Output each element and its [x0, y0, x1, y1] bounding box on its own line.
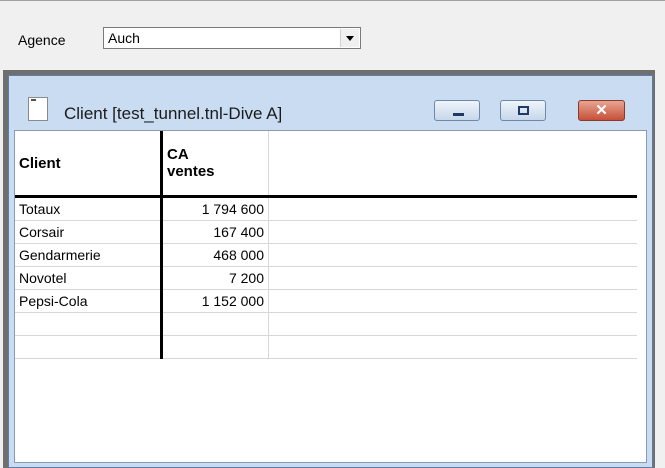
table-row[interactable]: Novotel 7 200	[15, 266, 637, 290]
cell-client[interactable]: Novotel	[15, 266, 163, 290]
divider	[0, 0, 665, 1]
chevron-down-icon[interactable]	[340, 29, 359, 47]
cell-client[interactable]	[15, 312, 163, 336]
cell-client[interactable]	[15, 335, 163, 359]
agence-select-value: Auch	[108, 30, 140, 46]
table-row[interactable]: Totaux 1 794 600	[15, 196, 637, 221]
column-header-ca-line1: CA	[167, 146, 189, 163]
agence-label: Agence	[18, 32, 66, 48]
table-row[interactable]: Corsair 167 400	[15, 220, 637, 244]
minimize-icon	[453, 113, 464, 116]
cell-empty	[268, 220, 637, 244]
cell-empty	[268, 266, 637, 290]
cell-empty	[268, 196, 637, 221]
client-window: Client [test_tunnel.tnl-Dive A] ✕ Client…	[8, 75, 653, 468]
table-row[interactable]: Pepsi-Cola 1 152 000	[15, 289, 637, 313]
cell-ca-ventes[interactable]	[161, 335, 269, 359]
cell-empty	[268, 312, 637, 336]
client-table: Client CA ventes Totaux 1 794 600 Corsair 16…	[15, 131, 637, 359]
cell-ca-ventes[interactable]: 167 400	[161, 220, 269, 244]
cell-ca-ventes[interactable]: 7 200	[161, 266, 269, 290]
column-header-ca-line2: ventes	[167, 163, 215, 180]
close-icon: ✕	[595, 102, 608, 119]
cell-ca-ventes[interactable]: 468 000	[161, 243, 269, 267]
column-header-empty	[268, 131, 637, 198]
cell-empty	[268, 335, 637, 359]
table-body: Totaux 1 794 600 Corsair 167 400 Gendarmerie…	[15, 196, 637, 359]
column-header-client[interactable]: Client	[15, 131, 163, 198]
cell-empty	[268, 243, 637, 267]
filter-bar: Agence Auch	[0, 0, 665, 68]
cell-ca-ventes[interactable]: 1 152 000	[161, 289, 269, 313]
maximize-button[interactable]	[500, 100, 546, 121]
cell-client[interactable]: Corsair	[15, 220, 163, 244]
cell-ca-ventes[interactable]: 1 794 600	[161, 196, 269, 221]
table-row[interactable]	[15, 335, 637, 359]
client-grid[interactable]: Client CA ventes Totaux 1 794 600 Corsair 16…	[14, 130, 647, 463]
maximize-icon	[518, 106, 529, 115]
close-button[interactable]: ✕	[578, 100, 625, 121]
cell-client[interactable]: Gendarmerie	[15, 243, 163, 267]
window-title: Client [test_tunnel.tnl-Dive A]	[64, 104, 283, 123]
column-header-client-label: Client	[19, 154, 61, 172]
document-icon	[28, 97, 48, 121]
column-header-ca-ventes[interactable]: CA ventes	[161, 131, 269, 198]
title-bar[interactable]: Client [test_tunnel.tnl-Dive A] ✕	[9, 76, 652, 130]
table-row[interactable]: Gendarmerie 468 000	[15, 243, 637, 267]
table-row[interactable]	[15, 312, 637, 336]
header-row: Client CA ventes	[15, 131, 637, 198]
cell-empty	[268, 289, 637, 313]
agence-select[interactable]: Auch	[103, 27, 361, 49]
cell-ca-ventes[interactable]	[161, 312, 269, 336]
cell-client[interactable]: Totaux	[15, 196, 163, 221]
minimize-button[interactable]	[434, 100, 480, 121]
cell-client[interactable]: Pepsi-Cola	[15, 289, 163, 313]
